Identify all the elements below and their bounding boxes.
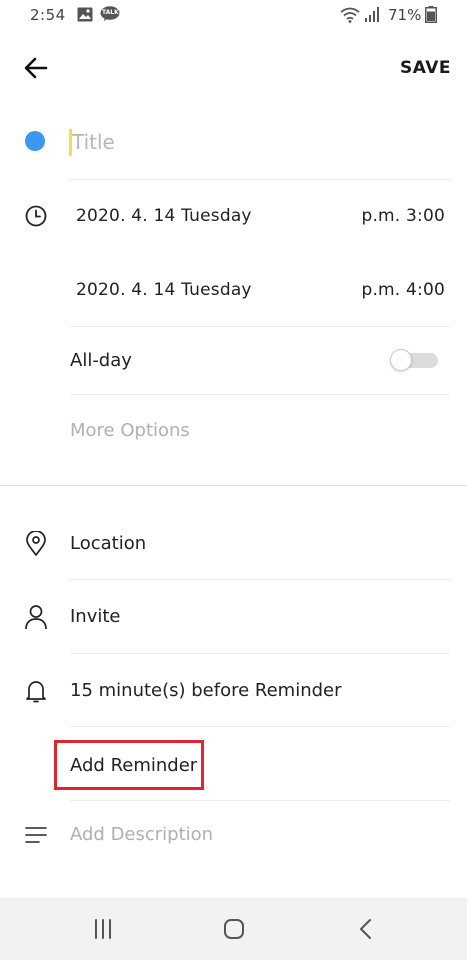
reminder-item[interactable]: 15 minute(s) before Reminder bbox=[70, 680, 342, 701]
location-pin-icon bbox=[26, 531, 46, 556]
signal-icon bbox=[365, 7, 379, 22]
divider bbox=[70, 726, 450, 727]
divider bbox=[70, 394, 450, 395]
invite-field[interactable]: Invite bbox=[70, 606, 121, 627]
status-time: 2:54 bbox=[30, 6, 66, 24]
toggle-knob bbox=[390, 349, 412, 371]
section-divider bbox=[0, 485, 467, 486]
add-reminder-label: Add Reminder bbox=[70, 754, 198, 776]
start-date[interactable]: 2020. 4. 14 Tuesday bbox=[76, 206, 252, 226]
divider bbox=[70, 653, 450, 654]
end-date[interactable]: 2020. 4. 14 Tuesday bbox=[76, 280, 252, 300]
battery-percent: 71% bbox=[388, 6, 422, 24]
talk-badge-text: TALK bbox=[102, 9, 119, 16]
title-input[interactable] bbox=[68, 126, 442, 158]
save-button[interactable]: SAVE bbox=[400, 58, 451, 78]
event-color-dot[interactable] bbox=[25, 131, 45, 151]
home-icon[interactable] bbox=[214, 912, 254, 946]
back-icon[interactable] bbox=[346, 912, 386, 946]
image-icon bbox=[77, 7, 93, 22]
person-icon bbox=[25, 605, 47, 630]
divider bbox=[70, 326, 450, 327]
status-bar: 2:54 TALK 71% bbox=[0, 0, 467, 32]
add-reminder-button[interactable]: Add Reminder bbox=[54, 740, 204, 790]
top-app-bar: SAVE bbox=[0, 40, 467, 96]
divider bbox=[70, 579, 450, 580]
navigation-bar bbox=[0, 898, 467, 960]
clock-icon bbox=[25, 205, 47, 227]
text-cursor bbox=[69, 129, 72, 156]
bell-icon bbox=[26, 681, 46, 703]
wifi-icon bbox=[340, 7, 360, 23]
notes-icon bbox=[25, 827, 47, 843]
divider bbox=[70, 800, 450, 801]
recent-apps-icon[interactable] bbox=[83, 912, 123, 946]
description-field[interactable]: Add Description bbox=[70, 824, 213, 845]
more-options-button[interactable]: More Options bbox=[70, 420, 190, 441]
battery-icon bbox=[425, 6, 437, 23]
arrow-left-icon[interactable] bbox=[20, 52, 52, 84]
start-time[interactable]: p.m. 3:00 bbox=[361, 206, 445, 226]
location-field[interactable]: Location bbox=[70, 533, 146, 554]
talk-icon: TALK bbox=[100, 6, 120, 22]
all-day-label: All-day bbox=[70, 350, 132, 371]
end-time[interactable]: p.m. 4:00 bbox=[361, 280, 445, 300]
all-day-toggle[interactable] bbox=[390, 349, 438, 371]
divider bbox=[70, 179, 450, 180]
